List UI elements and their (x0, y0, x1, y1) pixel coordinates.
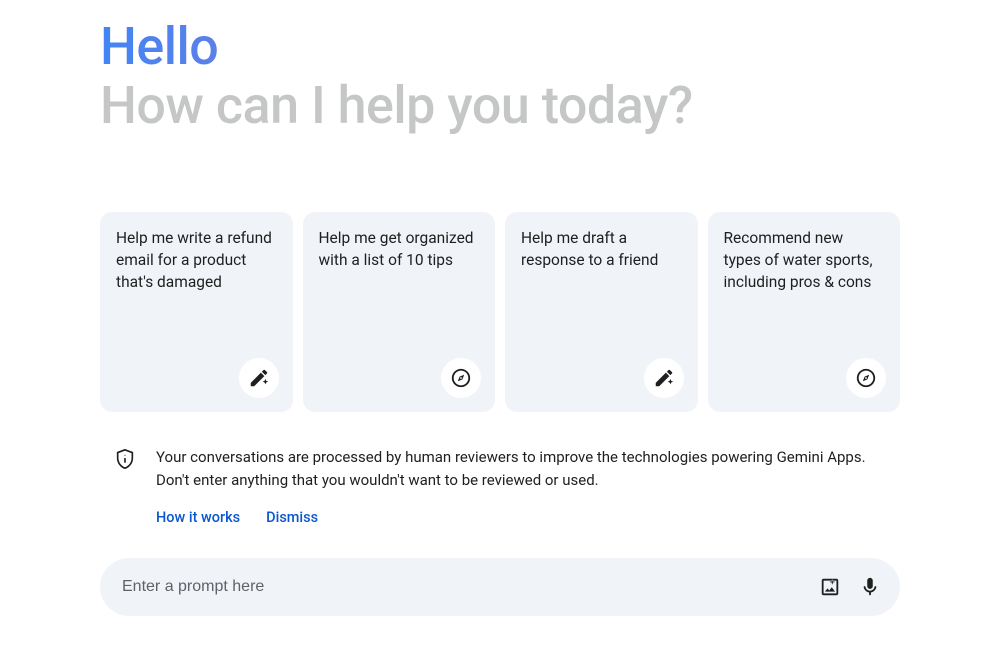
prompt-input[interactable] (122, 578, 818, 596)
privacy-notice: Your conversations are processed by huma… (100, 442, 900, 530)
suggestion-card-text: Help me draft a response to a friend (521, 228, 682, 271)
suggestion-cards-row: Help me write a refund email for a produ… (100, 212, 900, 412)
privacy-notice-text: Your conversations are processed by huma… (156, 446, 886, 491)
suggestion-card-text: Help me write a refund email for a produ… (116, 228, 277, 293)
suggestion-card[interactable]: Help me write a refund email for a produ… (100, 212, 293, 412)
suggestion-card-text: Help me get organized with a list of 10 … (319, 228, 480, 271)
how-it-works-link[interactable]: How it works (156, 509, 240, 526)
suggestion-card-text: Recommend new types of water sports, inc… (724, 228, 885, 293)
pencil-spark-icon (644, 358, 684, 398)
dismiss-button[interactable]: Dismiss (266, 509, 318, 526)
compass-icon (846, 358, 886, 398)
shield-info-icon (114, 448, 136, 474)
prompt-bar[interactable] (100, 558, 900, 616)
pencil-spark-icon (239, 358, 279, 398)
suggestion-card[interactable]: Help me get organized with a list of 10 … (303, 212, 496, 412)
suggestion-card[interactable]: Recommend new types of water sports, inc… (708, 212, 901, 412)
microphone-icon[interactable] (858, 575, 882, 599)
subheading: How can I help you today? (100, 77, 900, 134)
greeting-title: Hello (100, 18, 900, 75)
suggestion-card[interactable]: Help me draft a response to a friend (505, 212, 698, 412)
image-upload-icon[interactable] (818, 575, 842, 599)
compass-icon (441, 358, 481, 398)
